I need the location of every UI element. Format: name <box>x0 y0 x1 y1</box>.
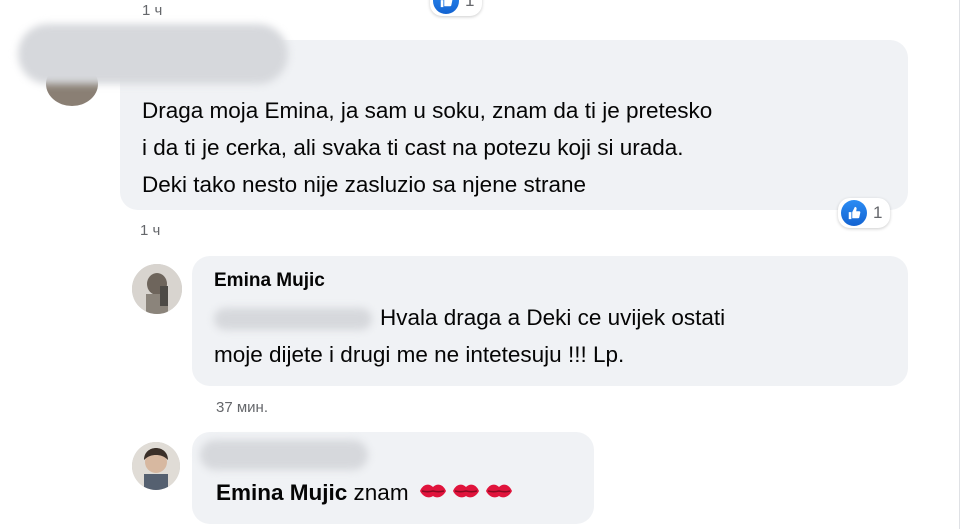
redacted-commenter-name <box>18 24 288 84</box>
top-comment-time[interactable]: 1 ч <box>142 2 162 19</box>
redacted-reply2-name <box>200 440 368 470</box>
reply2-author-name[interactable]: Emina Mujic <box>216 480 347 505</box>
comment-line: i da ti je cerka, ali svaka ti cast na p… <box>142 135 684 160</box>
reply-author-avatar[interactable] <box>132 264 182 314</box>
kiss-emoji-icon <box>451 481 481 507</box>
reply2-text: znam <box>353 480 409 505</box>
redacted-mention <box>214 308 372 331</box>
top-reaction-badge[interactable]: 1 <box>430 0 483 16</box>
reply2-author-avatar[interactable] <box>132 442 180 490</box>
like-icon <box>433 0 459 14</box>
reply2-content: Emina Mujic znam <box>216 480 514 507</box>
reply-line-2: moje dijete i drugi me ne intetesuju !!!… <box>214 342 625 367</box>
kiss-emoji-icon <box>418 481 448 507</box>
top-reaction-count: 1 <box>465 0 475 10</box>
comment-line: Draga moja Emina, ja sam u soku, znam da… <box>142 98 713 123</box>
comment-reaction-badge[interactable]: 1 <box>838 198 891 228</box>
comment-line: Deki tako nesto nije zasluzio sa njene s… <box>142 172 587 197</box>
reply-time[interactable]: 37 мин. <box>216 399 268 416</box>
kiss-emoji-icon <box>484 481 514 507</box>
reply-author-name[interactable]: Emina Mujic <box>214 270 325 292</box>
reply-line-text: Hvala draga a Deki ce uvijek ostati <box>380 305 726 330</box>
reply-line-1: Hvala draga a Deki ce uvijek ostati <box>214 299 725 336</box>
reply-text: Hvala draga a Deki ce uvijek ostati moje… <box>214 299 725 373</box>
like-icon <box>841 200 867 226</box>
comment-reaction-count: 1 <box>873 203 883 222</box>
comment-text: Draga moja Emina, ja sam u soku, znam da… <box>142 92 712 203</box>
comment-time[interactable]: 1 ч <box>140 222 160 239</box>
